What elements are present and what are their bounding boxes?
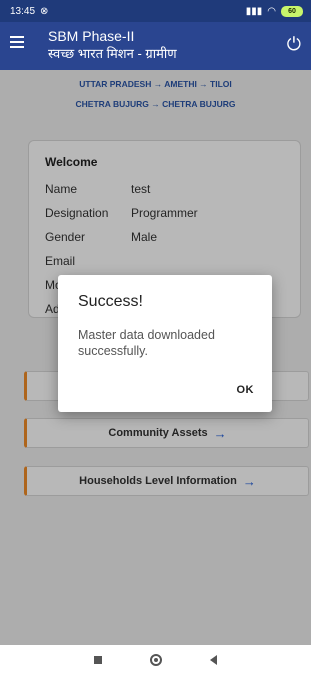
wifi-icon: ◠: [267, 5, 276, 17]
dialog-message: Master data downloaded successfully.: [78, 328, 215, 358]
power-icon[interactable]: ⏻: [287, 34, 301, 55]
signal-icon: ▮▮▮: [245, 5, 263, 17]
app-title-block: SBM Phase-II स्वच्छ भारत मिशन - ग्रामीण: [48, 28, 177, 62]
app-title: SBM Phase-II: [48, 28, 135, 44]
app-bar: SBM Phase-II स्वच्छ भारत मिशन - ग्रामीण …: [0, 22, 311, 70]
status-bar: 13:45 ⊗ ▮▮▮ ◠ 60: [0, 0, 311, 22]
home-icon[interactable]: [150, 654, 162, 666]
app-subtitle: स्वच्छ भारत मिशन - ग्रामीण: [48, 46, 177, 61]
back-icon[interactable]: [210, 655, 217, 665]
recents-icon[interactable]: [94, 656, 102, 664]
hamburger-icon[interactable]: [10, 36, 24, 48]
ok-button[interactable]: OK: [237, 384, 255, 396]
success-dialog: Success! Master data downloaded successf…: [58, 275, 272, 412]
battery-icon: 60: [281, 5, 303, 17]
system-nav-bar: [0, 645, 311, 675]
alarm-icon: ⊗: [40, 5, 49, 17]
clock: 13:45: [10, 5, 36, 17]
dialog-title: Success!: [78, 293, 143, 310]
